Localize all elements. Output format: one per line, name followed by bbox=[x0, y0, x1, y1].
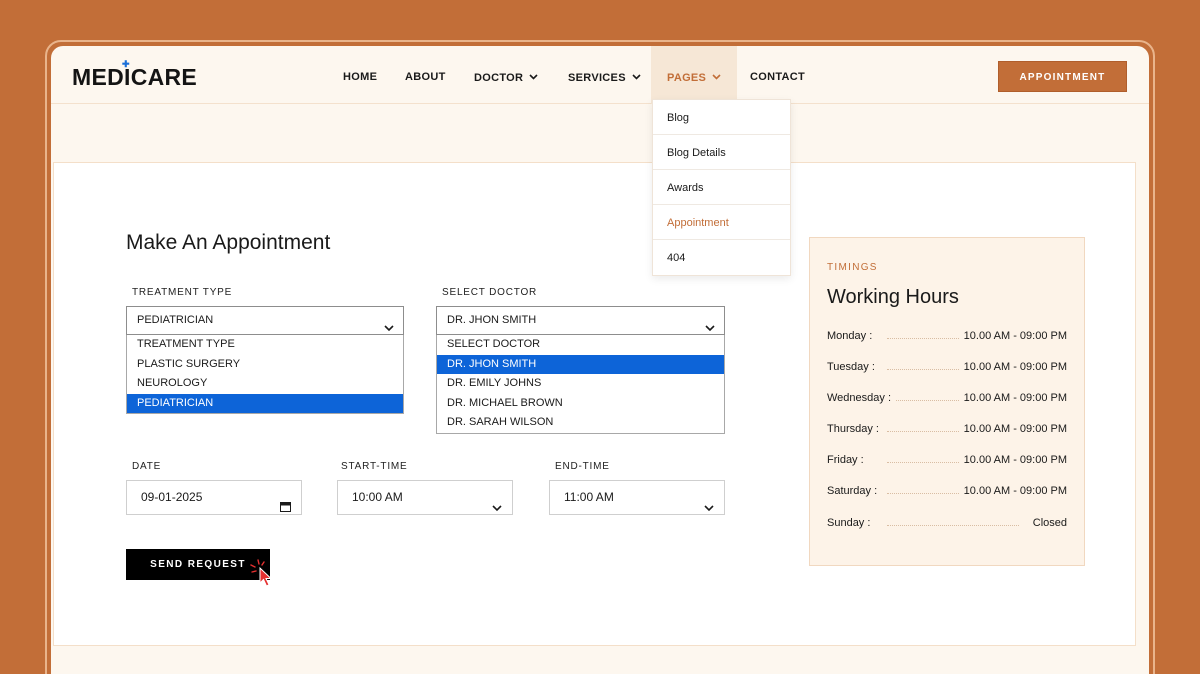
page-window: MEDICARE ✚ HOME ABOUT DOCTOR SERVICES PA… bbox=[51, 46, 1149, 674]
option-dr-jhon-smith[interactable]: DR. JHON SMITH bbox=[437, 354, 724, 374]
option-treatment-type[interactable]: TREATMENT TYPE bbox=[127, 335, 403, 355]
site-logo[interactable]: MEDICARE ✚ bbox=[72, 59, 198, 91]
end-time-value: 11:00 AM bbox=[564, 490, 614, 504]
hours-row-monday: Monday :10.00 AM - 09:00 PM bbox=[827, 330, 1067, 342]
menu-item-blog-details[interactable]: Blog Details bbox=[653, 135, 790, 170]
timings-card: TIMINGS Working Hours Monday :10.00 AM -… bbox=[809, 237, 1085, 566]
hours-row-wednesday: Wednesday :10.00 AM - 09:00 PM bbox=[827, 392, 1067, 404]
nav-item-services[interactable]: SERVICES bbox=[568, 46, 641, 104]
treatment-type-value: PEDIATRICIAN bbox=[137, 314, 214, 326]
hours-row-sunday: Sunday : Closed bbox=[827, 517, 1067, 529]
appointment-section: Make An Appointment TREATMENT TYPE PEDIA… bbox=[53, 162, 1136, 646]
timings-eyebrow: TIMINGS bbox=[827, 262, 878, 273]
nav-item-pages[interactable]: PAGES bbox=[651, 46, 738, 104]
form-title: Make An Appointment bbox=[126, 231, 331, 254]
menu-item-404[interactable]: 404 bbox=[653, 240, 790, 275]
option-dr-emily-johns[interactable]: DR. EMILY JOHNS bbox=[437, 374, 724, 394]
calendar-icon[interactable] bbox=[280, 492, 291, 525]
option-dr-michael-brown[interactable]: DR. MICHAEL BROWN bbox=[437, 394, 724, 414]
hours-row-thursday: Thursday :10.00 AM - 09:00 PM bbox=[827, 423, 1067, 435]
hours-row-friday: Friday :10.00 AM - 09:00 PM bbox=[827, 454, 1067, 466]
start-time-value: 10:00 AM bbox=[352, 490, 403, 504]
nav-item-home[interactable]: HOME bbox=[343, 46, 377, 104]
hours-row-tuesday: Tuesday :10.00 AM - 09:00 PM bbox=[827, 361, 1067, 373]
end-time-label: END-TIME bbox=[555, 461, 610, 472]
select-doctor-select[interactable]: DR. JHON SMITH bbox=[436, 306, 725, 335]
date-label: DATE bbox=[132, 461, 162, 472]
option-plastic-surgery[interactable]: PLASTIC SURGERY bbox=[127, 355, 403, 375]
menu-item-awards[interactable]: Awards bbox=[653, 170, 790, 205]
nav-item-doctor[interactable]: DOCTOR bbox=[474, 46, 538, 104]
treatment-type-select[interactable]: PEDIATRICIAN bbox=[126, 306, 404, 335]
hours-row-saturday: Saturday :10.00 AM - 09:00 PM bbox=[827, 485, 1067, 497]
start-time-label: START-TIME bbox=[341, 461, 408, 472]
end-time-select[interactable]: 11:00 AM bbox=[549, 480, 725, 515]
chevron-down-icon bbox=[492, 492, 502, 525]
option-select-doctor[interactable]: SELECT DOCTOR bbox=[437, 335, 724, 355]
option-pediatrician[interactable]: PEDIATRICIAN bbox=[127, 393, 403, 413]
cursor-click-icon bbox=[249, 559, 279, 594]
chevron-down-icon bbox=[632, 46, 641, 108]
start-time-select[interactable]: 10:00 AM bbox=[337, 480, 513, 515]
menu-item-appointment[interactable]: Appointment bbox=[653, 205, 790, 240]
select-doctor-label: SELECT DOCTOR bbox=[442, 287, 538, 298]
chevron-down-icon bbox=[704, 492, 714, 525]
chevron-down-icon bbox=[529, 46, 538, 108]
nav-item-about[interactable]: ABOUT bbox=[405, 46, 446, 104]
nav-item-contact[interactable]: CONTACT bbox=[750, 46, 805, 104]
select-doctor-options: SELECT DOCTOR DR. JHON SMITH DR. EMILY J… bbox=[436, 335, 725, 434]
treatment-type-options: TREATMENT TYPE PLASTIC SURGERY NEUROLOGY… bbox=[126, 335, 404, 414]
pages-dropdown-menu: Blog Blog Details Awards Appointment 404 bbox=[652, 99, 791, 276]
treatment-type-label: TREATMENT TYPE bbox=[132, 287, 233, 298]
menu-item-blog[interactable]: Blog bbox=[653, 100, 790, 135]
option-dr-sarah-wilson[interactable]: DR. SARAH WILSON bbox=[437, 413, 724, 433]
working-hours-title: Working Hours bbox=[827, 286, 959, 308]
medical-cross-icon: ✚ bbox=[122, 59, 130, 69]
logo-text: MEDICARE bbox=[72, 64, 198, 90]
option-neurology[interactable]: NEUROLOGY bbox=[127, 374, 403, 394]
date-input[interactable]: 09-01-2025 bbox=[126, 480, 302, 515]
select-doctor-value: DR. JHON SMITH bbox=[447, 314, 537, 326]
site-header: MEDICARE ✚ HOME ABOUT DOCTOR SERVICES PA… bbox=[51, 46, 1149, 104]
date-value: 09-01-2025 bbox=[141, 490, 203, 504]
appointment-button[interactable]: APPOINTMENT bbox=[998, 61, 1127, 92]
